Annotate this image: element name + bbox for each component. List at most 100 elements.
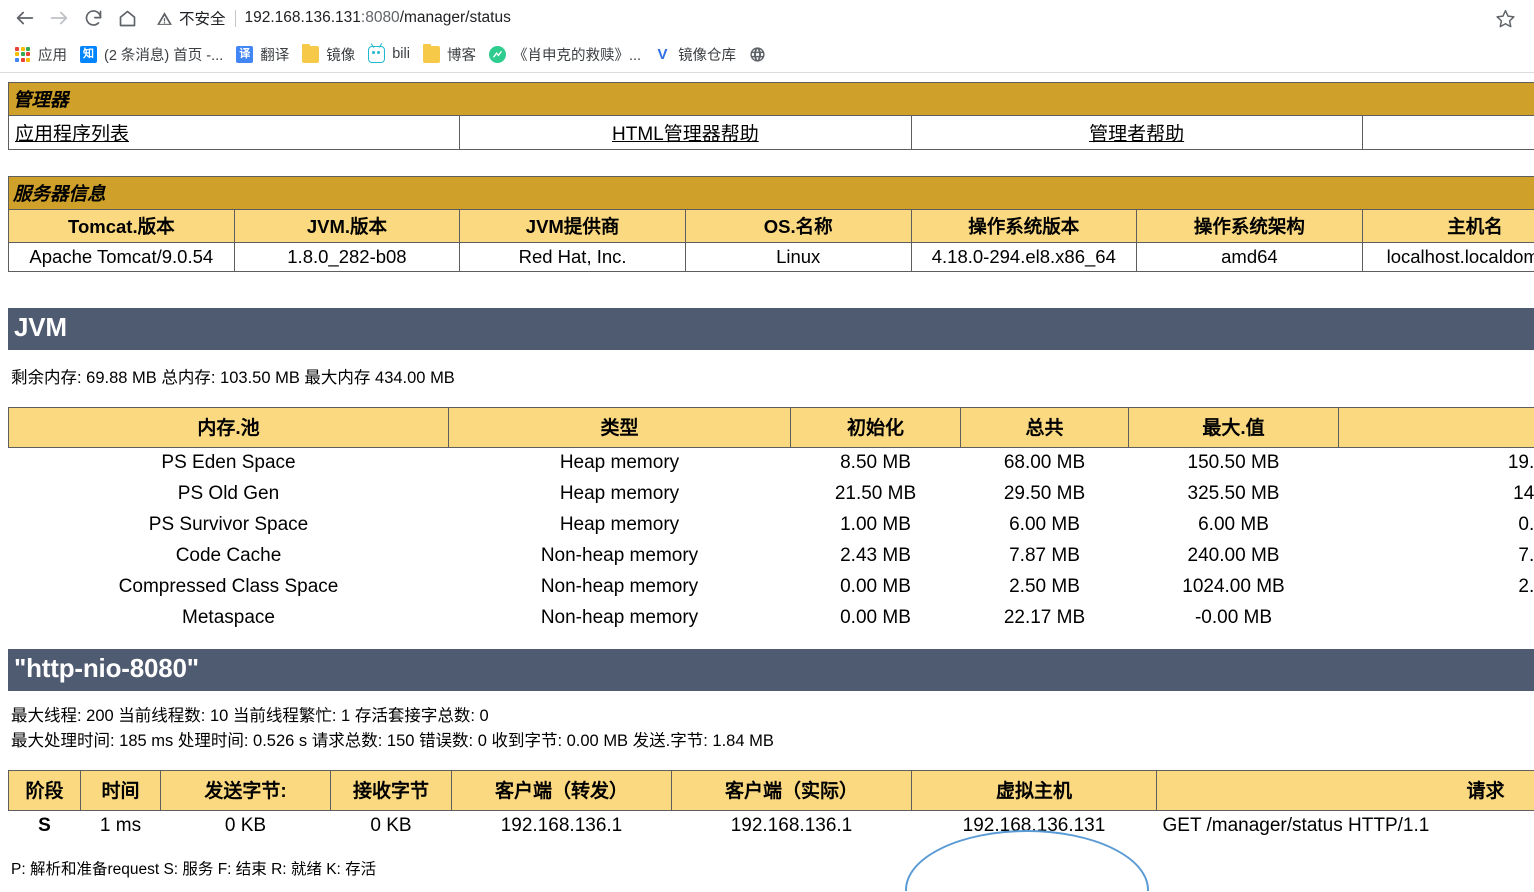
val-tomcat-version: Apache Tomcat/9.0.54 (8, 242, 235, 272)
cell-max: 240.00 MB (1128, 541, 1339, 572)
v-letter-icon: V (657, 45, 668, 63)
bookmark-shawshank[interactable]: 《肖申克的救赎》... (485, 41, 650, 68)
col-jvm-version: JVM.版本 (233, 209, 461, 243)
cell-total: 2.50 MB (960, 572, 1129, 603)
manager-banner-title: 管理器 (8, 82, 1534, 116)
col-request: 请求 (1156, 769, 1534, 811)
bookmark-label: (2 条消息) 首页 -... (104, 47, 224, 64)
nav-cell-html-help[interactable]: HTML管理器帮助 (459, 115, 912, 150)
cell-max: -0.00 MB (1128, 603, 1339, 634)
cell-pool: Metaspace (8, 603, 449, 634)
bookmark-mirror[interactable]: 镜像 (298, 41, 364, 68)
bookmark-translate[interactable]: 译 翻译 (232, 41, 298, 68)
col-bytes-received: 接收字节 (330, 769, 452, 811)
col-time: 时间 (80, 769, 161, 811)
val-os-name: Linux (684, 242, 912, 272)
cell-virtual-host: 192.168.136.131 (911, 810, 1157, 843)
bookmark-zhihu[interactable]: 知 (2 条消息) 首页 -... (76, 41, 232, 68)
cell-used: 14.60 MB (4%) (1338, 479, 1534, 510)
col-virtual-host: 虚拟主机 (911, 769, 1157, 811)
home-icon[interactable] (110, 1, 144, 35)
cell-used: 0.00 MB (0%) (1338, 510, 1534, 541)
translate-icon: 译 (236, 45, 254, 63)
link-html-manager-help[interactable]: HTML管理器帮助 (612, 124, 759, 145)
col-jvm-vendor: JVM提供商 (459, 209, 686, 243)
forward-arrow-icon[interactable] (42, 1, 76, 35)
bookmark-label: 翻译 (260, 47, 290, 64)
folder-icon (302, 43, 320, 63)
browser-toolbar: 不安全 192.168.136.131:8080/manager/status (0, 0, 1534, 36)
col-client-forwarded: 客户端（转发） (451, 769, 672, 811)
cell-total: 6.00 MB (960, 510, 1129, 541)
col-hostname: 主机名 (1361, 209, 1534, 243)
cell-initial: 21.50 MB (790, 479, 961, 510)
connector-table-header-row: 阶段 时间 发送字节: 接收字节 客户端（转发） 客户端（实际） 虚拟主机 请求 (8, 769, 1534, 811)
cell-client-forwarded: 192.168.136.1 (451, 810, 672, 843)
cell-client-actual: 192.168.136.1 (671, 810, 912, 843)
cell-initial: 8.50 MB (790, 447, 961, 479)
security-status[interactable]: 不安全 (150, 7, 226, 29)
bookmark-apps[interactable]: 应用 (10, 41, 76, 68)
server-info-table: 服务器信息 Tomcat.版本 JVM.版本 JVM提供商 OS.名称 操作系统… (8, 176, 1534, 272)
jvm-memory-pool-table: 内存.池 类型 初始化 总共 最大.值 已用 PS Eden Space Hea… (8, 407, 1534, 634)
bookmark-label: 镜像 (326, 47, 356, 64)
col-tomcat-version: Tomcat.版本 (8, 209, 235, 243)
back-arrow-icon[interactable] (8, 1, 42, 35)
bookmark-globe[interactable] (745, 43, 782, 66)
cell-type: Non-heap memory (448, 572, 791, 603)
server-info-banner-row: 服务器信息 (8, 176, 1534, 210)
connector-stage-legend: P: 解析和准备request S: 服务 F: 结束 R: 就绪 K: 存活 (11, 860, 377, 878)
col-memory-pool: 内存.池 (8, 407, 449, 448)
val-jvm-vendor: Red Hat, Inc. (459, 242, 686, 272)
bookmark-bilibili[interactable]: bili (364, 43, 419, 66)
cell-initial: 2.43 MB (790, 541, 961, 572)
val-os-arch: amd64 (1136, 242, 1363, 272)
val-os-version: 4.18.0-294.el8.x86_64 (910, 242, 1138, 272)
connector-section-heading: "http-nio-8080" (8, 649, 1534, 691)
connector-stats-line-1: 最大线程: 200 当前线程数: 10 当前线程繁忙: 1 存活套接字总数: 0 (11, 707, 489, 725)
bookmark-blog[interactable]: 博客 (419, 41, 485, 68)
warning-triangle-icon (157, 11, 172, 25)
cell-type: Heap memory (448, 479, 791, 510)
jvm-section-heading: JVM (8, 308, 1534, 350)
link-app-list[interactable]: 应用程序列表 (15, 124, 129, 145)
table-row: Code Cache Non-heap memory 2.43 MB 7.87 … (8, 541, 1534, 572)
nav-cell-app-list[interactable]: 应用程序列表 (7, 115, 461, 150)
cell-total: 7.87 MB (960, 541, 1129, 572)
bilibili-icon (368, 45, 386, 63)
cell-stage: S (8, 810, 81, 843)
val-hostname: localhost.localdomain (1361, 242, 1534, 272)
bookmark-label: 镜像仓库 (678, 47, 737, 64)
cell-used: 2.22 MB (0%) (1338, 572, 1534, 603)
cell-initial: 0.00 MB (790, 572, 961, 603)
page-viewport: 管理器 应用程序列表 HTML管理器帮助 管理者帮助 完整的服务器状态 服务器信… (0, 73, 1534, 891)
cell-total: 29.50 MB (960, 479, 1129, 510)
nav-cell-server-status[interactable]: 完整的服务器状态 (1361, 115, 1534, 150)
bookmark-star-icon[interactable] (1488, 1, 1522, 35)
browser-chrome: 不安全 192.168.136.131:8080/manager/status … (0, 0, 1534, 73)
table-row: PS Eden Space Heap memory 8.50 MB 68.00 … (8, 447, 1534, 479)
address-bar[interactable]: 不安全 192.168.136.131:8080/manager/status (150, 3, 1484, 33)
cell-max: 1024.00 MB (1128, 572, 1339, 603)
bookmarks-bar: 应用 知 (2 条消息) 首页 -... 译 翻译 镜像 bili 博客 《肖申… (0, 36, 1534, 73)
bookmark-label: 博客 (446, 47, 476, 64)
cell-pool: Code Cache (8, 541, 449, 572)
jvm-memory-summary: 剩余内存: 69.88 MB 总内存: 103.50 MB 最大内存 434.0… (11, 369, 455, 387)
reload-icon[interactable] (76, 1, 110, 35)
bookmark-registry[interactable]: V 镜像仓库 (650, 41, 745, 68)
cell-total: 22.17 MB (960, 603, 1129, 634)
nav-cell-manager-help[interactable]: 管理者帮助 (910, 115, 1363, 150)
col-stage: 阶段 (8, 769, 81, 811)
col-total: 总共 (960, 407, 1129, 448)
col-type: 类型 (448, 407, 791, 448)
col-os-arch: 操作系统架构 (1136, 209, 1363, 243)
green-circle-icon (488, 45, 506, 63)
cell-max: 150.50 MB (1128, 447, 1339, 479)
url-text[interactable]: 192.168.136.131:8080/manager/status (245, 9, 511, 27)
link-manager-help[interactable]: 管理者帮助 (1089, 124, 1184, 145)
url-host: 192.168.136.131 (244, 9, 361, 26)
